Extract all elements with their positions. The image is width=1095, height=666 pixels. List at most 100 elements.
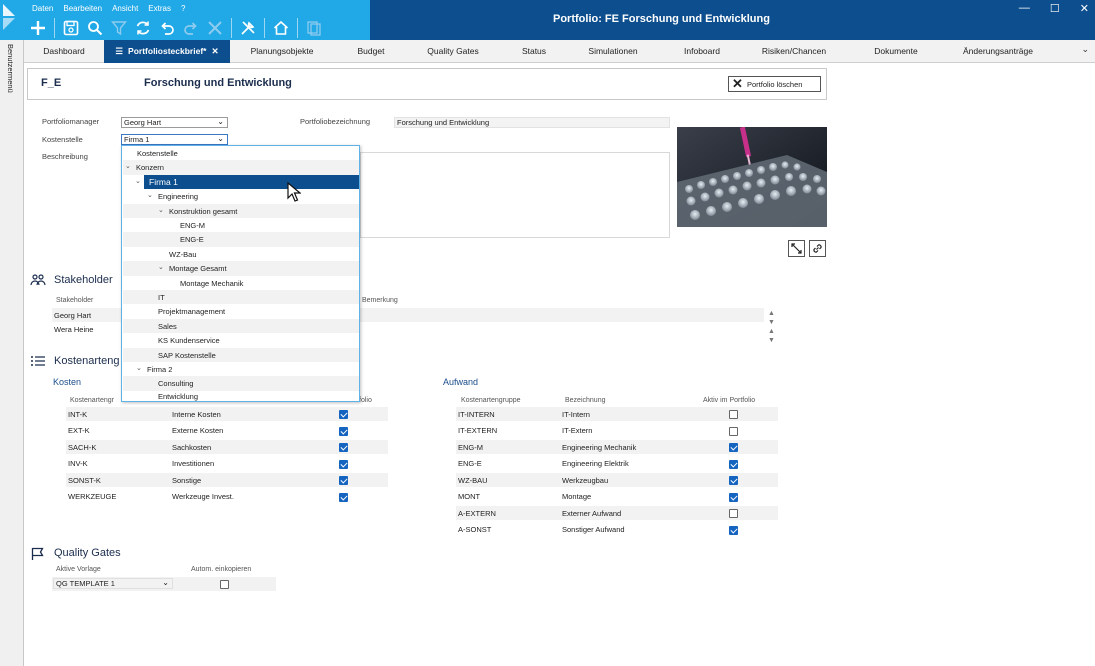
cancel-icon[interactable]: [205, 18, 225, 38]
tab-simulationen[interactable]: Simulationen: [570, 40, 656, 63]
table-row[interactable]: A-SONST Sonstiger Aufwand: [456, 522, 778, 536]
table-row[interactable]: SONST-K Sonstige: [66, 473, 388, 487]
active-checkbox[interactable]: [339, 493, 348, 502]
active-checkbox[interactable]: [339, 410, 348, 419]
active-checkbox[interactable]: [729, 410, 738, 419]
menu-ansicht[interactable]: Ansicht: [112, 4, 138, 13]
maximize-icon[interactable]: ☐: [1050, 2, 1060, 15]
refresh-icon[interactable]: [133, 18, 153, 38]
cost-center-dropdown: Kostenstelle ⌄ Konzern Firma 1 ⌄ ⌄ Engin…: [121, 145, 360, 402]
expand-icon[interactable]: [788, 240, 805, 257]
save-icon[interactable]: [61, 18, 81, 38]
table-row[interactable]: IT-EXTERN IT-Extern: [456, 423, 778, 437]
tab-aenderungsantraege[interactable]: Änderungsanträge: [952, 40, 1044, 63]
copy-icon[interactable]: [304, 18, 324, 38]
menu-help[interactable]: ?: [181, 4, 185, 13]
tab-planungsobjekte[interactable]: Planungsobjekte: [230, 40, 334, 63]
table-row[interactable]: ENG-M Engineering Mechanik: [456, 440, 778, 454]
active-checkbox[interactable]: [729, 476, 738, 485]
table-row[interactable]: EXT-K Externe Kosten: [66, 423, 388, 437]
active-checkbox[interactable]: [729, 526, 738, 535]
filter-icon[interactable]: [109, 18, 129, 38]
tree-node-it[interactable]: IT: [123, 290, 359, 305]
tree-node-montage-gesamt[interactable]: ⌄ Montage Gesamt: [123, 261, 359, 276]
chevron-down-icon[interactable]: ⌄: [158, 206, 164, 214]
table-row[interactable]: INV-K Investitionen: [66, 456, 388, 470]
tree-node-projektmanagement[interactable]: Projektmanagement: [123, 304, 359, 318]
table-row[interactable]: WERKZEUGE Werkzeuge Invest.: [66, 489, 388, 503]
tree-node-wz-bau[interactable]: WZ-Bau: [123, 247, 359, 261]
tree-node-eng-m[interactable]: ENG-M: [123, 218, 359, 232]
tree-node-firma-1[interactable]: Firma 1: [144, 174, 359, 190]
chevron-down-icon[interactable]: ⌄: [1081, 44, 1089, 55]
active-checkbox[interactable]: [729, 443, 738, 452]
redo-icon[interactable]: [181, 18, 201, 38]
tab-status[interactable]: Status: [498, 40, 570, 63]
chevron-down-icon[interactable]: ⌄: [158, 263, 164, 271]
tree-node-konzern[interactable]: ⌄ Konzern: [123, 160, 359, 175]
active-checkbox[interactable]: [729, 460, 738, 469]
active-checkbox[interactable]: [339, 443, 348, 452]
table-row[interactable]: IT-INTERN IT-Intern: [456, 407, 778, 421]
table-row[interactable]: INT-K Interne Kosten: [66, 407, 388, 421]
tab-dokumente[interactable]: Dokumente: [840, 40, 952, 63]
manager-select[interactable]: Georg Hart ⌄: [121, 117, 228, 128]
tree-node-sales[interactable]: Sales: [123, 318, 359, 334]
hamburger-icon[interactable]: ☰: [115, 46, 123, 56]
qg-template-select[interactable]: QG TEMPLATE 1 ⌄: [53, 578, 173, 589]
minimize-icon[interactable]: —: [1019, 2, 1030, 15]
table-row[interactable]: MONT Montage: [456, 489, 778, 503]
link-icon[interactable]: [809, 240, 826, 257]
window-title: Portfolio: FE Forschung und Entwicklung: [553, 13, 770, 25]
active-checkbox[interactable]: [339, 460, 348, 469]
tools-icon[interactable]: [238, 18, 258, 38]
table-row[interactable]: WZ-BAU Werkzeugbau: [456, 473, 778, 487]
tree-node-montage-mechanik[interactable]: Montage Mechanik: [123, 276, 359, 290]
auto-copy-checkbox[interactable]: [220, 580, 229, 589]
table-row[interactable]: ENG-E Engineering Elektrik: [456, 456, 778, 470]
tree-node-ks-kundenservice[interactable]: KS Kundenservice: [123, 333, 359, 347]
tree-node-konstruktion-gesamt[interactable]: ⌄ Konstruktion gesamt: [123, 203, 359, 218]
chevron-down-icon[interactable]: ⌄: [125, 162, 131, 170]
close-icon[interactable]: ✕: [1080, 2, 1089, 15]
menu-bearbeiten[interactable]: Bearbeiten: [63, 4, 102, 13]
toolbar-separator: [54, 18, 55, 38]
tree-node-entwicklung[interactable]: Entwicklung: [123, 391, 359, 402]
tab-budget[interactable]: Budget: [334, 40, 408, 63]
home-icon[interactable]: [271, 18, 291, 38]
active-checkbox[interactable]: [729, 509, 738, 518]
tab-risiken-chancen[interactable]: Risiken/Chancen: [748, 40, 840, 63]
search-icon[interactable]: [85, 18, 105, 38]
tab-close-icon[interactable]: ✕: [211, 46, 218, 56]
active-checkbox[interactable]: [339, 427, 348, 436]
tab-infoboard[interactable]: Infoboard: [656, 40, 748, 63]
chevron-down-icon[interactable]: ⌄: [135, 177, 141, 185]
delete-portfolio-button[interactable]: ✕ Portfolio löschen: [728, 76, 821, 92]
tree-node-sap-kostenstelle[interactable]: SAP Kostenstelle: [123, 347, 359, 362]
table-row[interactable]: A-EXTERN Externer Aufwand: [456, 506, 778, 520]
tree-node-engineering[interactable]: ⌄ Engineering: [123, 189, 359, 203]
chevron-down-icon[interactable]: ⌄: [136, 364, 142, 372]
tree-node-consulting[interactable]: Consulting: [123, 376, 359, 391]
menu-daten[interactable]: Daten: [32, 4, 53, 13]
undo-icon[interactable]: [157, 18, 177, 38]
active-checkbox[interactable]: [729, 427, 738, 436]
tab-portfoliosteckbrief[interactable]: ☰ Portfoliosteckbrief* ✕: [104, 40, 230, 63]
tree-node-firma-2[interactable]: ⌄ Firma 2: [123, 362, 359, 376]
chevron-down-icon[interactable]: ⌄: [147, 191, 153, 199]
plus-icon[interactable]: [28, 18, 48, 38]
tab-bar: Dashboard ☰ Portfoliosteckbrief* ✕ Planung…: [24, 40, 1095, 63]
tab-dashboard[interactable]: Dashboard: [24, 40, 104, 63]
portfolio-name-input[interactable]: Forschung und Entwicklung: [394, 117, 670, 128]
tab-quality-gates[interactable]: Quality Gates: [408, 40, 498, 63]
description-textarea[interactable]: [360, 152, 670, 238]
menu-extras[interactable]: Extras: [148, 4, 171, 13]
cost-center-select[interactable]: Firma 1 ⌄: [121, 134, 228, 145]
table-row[interactable]: SACH-K Sachkosten: [66, 440, 388, 454]
scroll-arrows[interactable]: ▲ ▼ ▲ ▼: [768, 309, 775, 345]
active-checkbox[interactable]: [339, 476, 348, 485]
side-user-menu[interactable]: Benutzermenü: [0, 40, 24, 666]
tree-node-eng-e[interactable]: ENG-E: [123, 232, 359, 247]
toolbar: [28, 18, 324, 38]
active-checkbox[interactable]: [729, 493, 738, 502]
